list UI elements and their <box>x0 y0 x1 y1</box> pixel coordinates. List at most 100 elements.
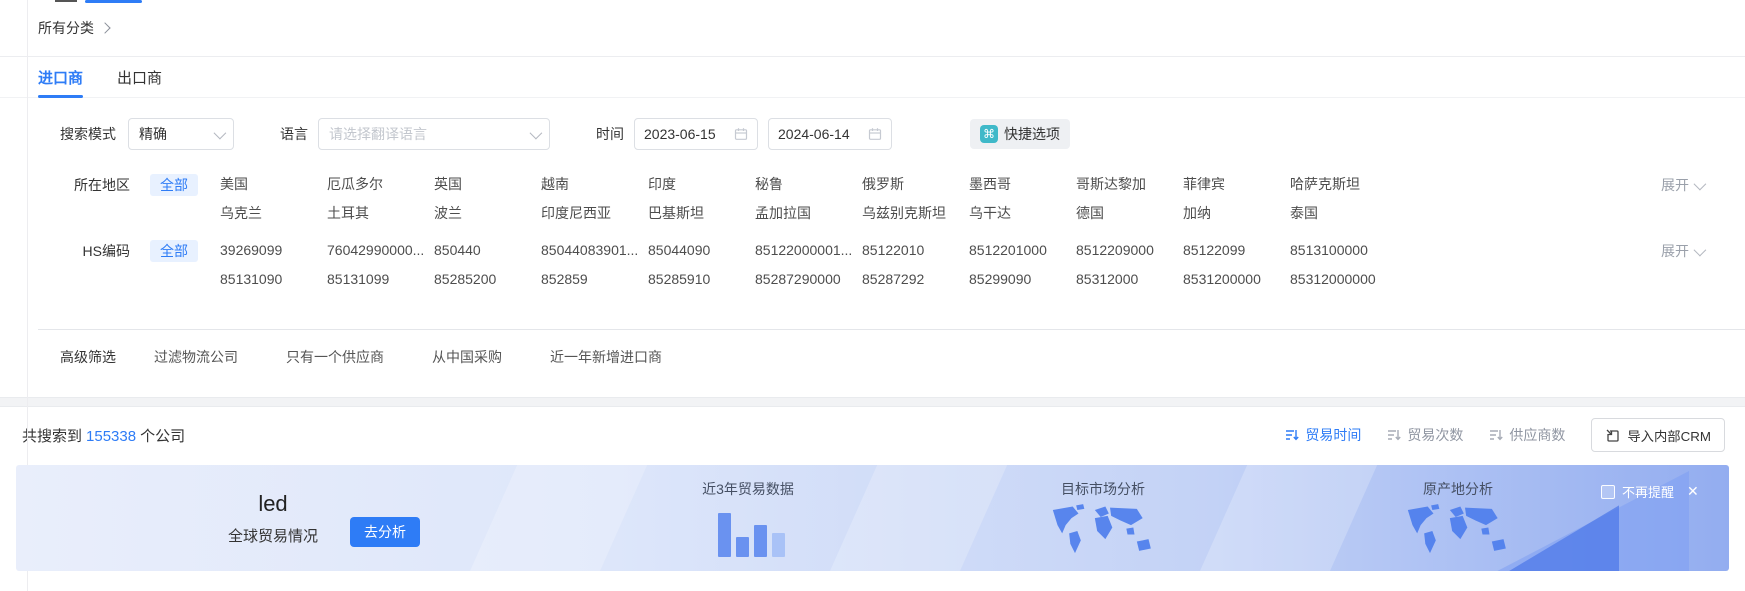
tag-column: 墨西哥乌干达 <box>969 174 1076 223</box>
region-item[interactable]: 印度尼西亚 <box>541 203 642 223</box>
tab-importers[interactable]: 进口商 <box>38 57 83 98</box>
region-item[interactable]: 土耳其 <box>327 203 428 223</box>
region-expand-label: 展开 <box>1661 175 1689 195</box>
bar-chart-icon <box>718 509 785 557</box>
category-strip: 所有分类 <box>0 0 1745 57</box>
advanced-option[interactable]: 近一年新增进口商 <box>550 349 662 365</box>
region-item[interactable]: 哈萨克斯坦 <box>1290 174 1391 194</box>
hs-expand-button[interactable]: 展开 <box>1661 241 1703 261</box>
dont-remind-label: 不再提醒 <box>1622 482 1674 501</box>
hs-code-item[interactable]: 850440 <box>434 240 535 260</box>
advanced-option[interactable]: 只有一个供应商 <box>286 349 384 365</box>
hs-code-item[interactable]: 85044083901... <box>541 240 642 260</box>
results-section: 共搜索到155338个公司 贸易时间 贸易次数 <box>0 407 1745 571</box>
language-label: 语言 <box>280 124 308 144</box>
hs-code-item[interactable]: 76042990000... <box>327 240 428 260</box>
hs-code-item[interactable]: 85312000000 <box>1290 269 1391 289</box>
hs-code-item[interactable]: 85285910 <box>648 269 749 289</box>
date-end-input[interactable]: 2024-06-14 <box>768 118 892 150</box>
date-start-input[interactable]: 2023-06-15 <box>634 118 758 150</box>
tag-column: 85122099 8531200000 <box>1183 240 1290 289</box>
hs-code-item[interactable]: 85044090 <box>648 240 749 260</box>
region-item[interactable]: 美国 <box>220 174 321 194</box>
tag-column: 39269099 85131090 <box>220 240 327 289</box>
hs-code-grid: 39269099 85131090 76042990000... 85131099 85… <box>220 240 1635 289</box>
region-item[interactable]: 越南 <box>541 174 642 194</box>
region-item[interactable]: 波兰 <box>434 203 535 223</box>
tag-column: 哥斯达黎加德国 <box>1076 174 1183 223</box>
calendar-icon <box>868 127 882 141</box>
sort-supplier-count[interactable]: 供应商数 <box>1489 425 1565 445</box>
search-mode-value: 精确 <box>139 124 167 144</box>
sort-trade-count[interactable]: 贸易次数 <box>1387 425 1463 445</box>
hs-code-item[interactable]: 8513100000 <box>1290 240 1391 260</box>
hs-code-filter-row: HS编码 全部 392690998513109076042990000...85… <box>0 240 1745 289</box>
chevron-down-icon <box>1694 243 1707 256</box>
search-mode-select[interactable]: 精确 <box>128 118 234 150</box>
advanced-option[interactable]: 从中国采购 <box>432 349 502 365</box>
hs-code-item[interactable]: 85122099 <box>1183 240 1284 260</box>
region-item[interactable]: 墨西哥 <box>969 174 1070 194</box>
banner-keyword-block: led 全球贸易情况 <box>218 491 328 546</box>
tag-column: 哈萨克斯坦泰国 <box>1290 174 1397 223</box>
sort-trade-time[interactable]: 贸易时间 <box>1285 425 1361 445</box>
tag-column: 英国波兰 <box>434 174 541 223</box>
analyze-button[interactable]: 去分析 <box>350 517 420 547</box>
all-categories-link[interactable]: 所有分类 <box>38 18 109 38</box>
hs-code-item[interactable]: 39269099 <box>220 240 321 260</box>
region-item[interactable]: 英国 <box>434 174 535 194</box>
hs-code-item[interactable]: 85122010 <box>862 240 963 260</box>
hs-code-item[interactable]: 85131099 <box>327 269 428 289</box>
hs-code-item[interactable]: 8531200000 <box>1183 269 1284 289</box>
hs-code-item[interactable]: 85312000 <box>1076 269 1177 289</box>
search-options-row: 搜索模式 精确 语言 请选择翻译语言 时间 2023-06-15 <box>0 118 1745 150</box>
region-item[interactable]: 孟加拉国 <box>755 203 856 223</box>
hs-code-item[interactable]: 85287290000 <box>755 269 856 289</box>
region-item[interactable]: 哥斯达黎加 <box>1076 174 1177 194</box>
region-item[interactable]: 乌克兰 <box>220 203 321 223</box>
date-start-value: 2023-06-15 <box>644 126 716 142</box>
hs-code-item[interactable]: 85285200 <box>434 269 535 289</box>
close-icon[interactable]: ✕ <box>1687 483 1699 500</box>
tag-column: 菲律宾加纳 <box>1183 174 1290 223</box>
hs-code-item[interactable]: 8512209000 <box>1076 240 1177 260</box>
language-select[interactable]: 请选择翻译语言 <box>318 118 550 150</box>
region-item[interactable]: 俄罗斯 <box>862 174 963 194</box>
tab-exporters[interactable]: 出口商 <box>117 57 162 98</box>
sort-trade-count-label: 贸易次数 <box>1407 425 1463 445</box>
region-item[interactable]: 巴基斯坦 <box>648 203 749 223</box>
region-item[interactable]: 秘鲁 <box>755 174 856 194</box>
hs-code-item[interactable]: 85122000001... <box>755 240 856 260</box>
hs-code-item[interactable]: 85299090 <box>969 269 1070 289</box>
banner-subtitle: 全球贸易情况 <box>218 525 328 546</box>
hs-code-item[interactable]: 85287292 <box>862 269 963 289</box>
banner-card3-title: 原产地分析 <box>1383 479 1533 499</box>
quick-options-button[interactable]: ⌘ 快捷选项 <box>970 119 1070 149</box>
top-tab-remnant <box>55 0 77 2</box>
region-item[interactable]: 加纳 <box>1183 203 1284 223</box>
region-item[interactable]: 乌干达 <box>969 203 1070 223</box>
region-item[interactable]: 泰国 <box>1290 203 1391 223</box>
region-item[interactable]: 印度 <box>648 174 749 194</box>
advanced-option[interactable]: 过滤物流公司 <box>154 349 238 365</box>
time-label: 时间 <box>596 124 624 144</box>
chevron-down-icon <box>1694 177 1707 190</box>
advanced-filter-row: 高级筛选 过滤物流公司只有一个供应商从中国采购近一年新增进口商 <box>0 347 1745 397</box>
import-crm-button[interactable]: 导入内部CRM <box>1591 418 1725 452</box>
all-categories-label: 所有分类 <box>38 18 94 38</box>
region-item[interactable]: 乌兹别克斯坦 <box>862 203 963 223</box>
dont-remind-checkbox[interactable] <box>1601 485 1615 499</box>
region-item[interactable]: 德国 <box>1076 203 1177 223</box>
hs-all-badge[interactable]: 全部 <box>150 240 198 262</box>
region-expand-button[interactable]: 展开 <box>1661 175 1703 195</box>
tag-column: 85122010 85287292 <box>862 240 969 289</box>
tag-column: 美国乌克兰 <box>220 174 327 223</box>
region-item[interactable]: 厄瓜多尔 <box>327 174 428 194</box>
tag-column: 俄罗斯乌兹别克斯坦 <box>862 174 969 223</box>
region-item[interactable]: 菲律宾 <box>1183 174 1284 194</box>
hs-code-item[interactable]: 8512201000 <box>969 240 1070 260</box>
hs-code-item[interactable]: 852859 <box>541 269 642 289</box>
region-all-badge[interactable]: 全部 <box>150 174 198 196</box>
tag-column: 秘鲁孟加拉国 <box>755 174 862 223</box>
hs-code-item[interactable]: 85131090 <box>220 269 321 289</box>
